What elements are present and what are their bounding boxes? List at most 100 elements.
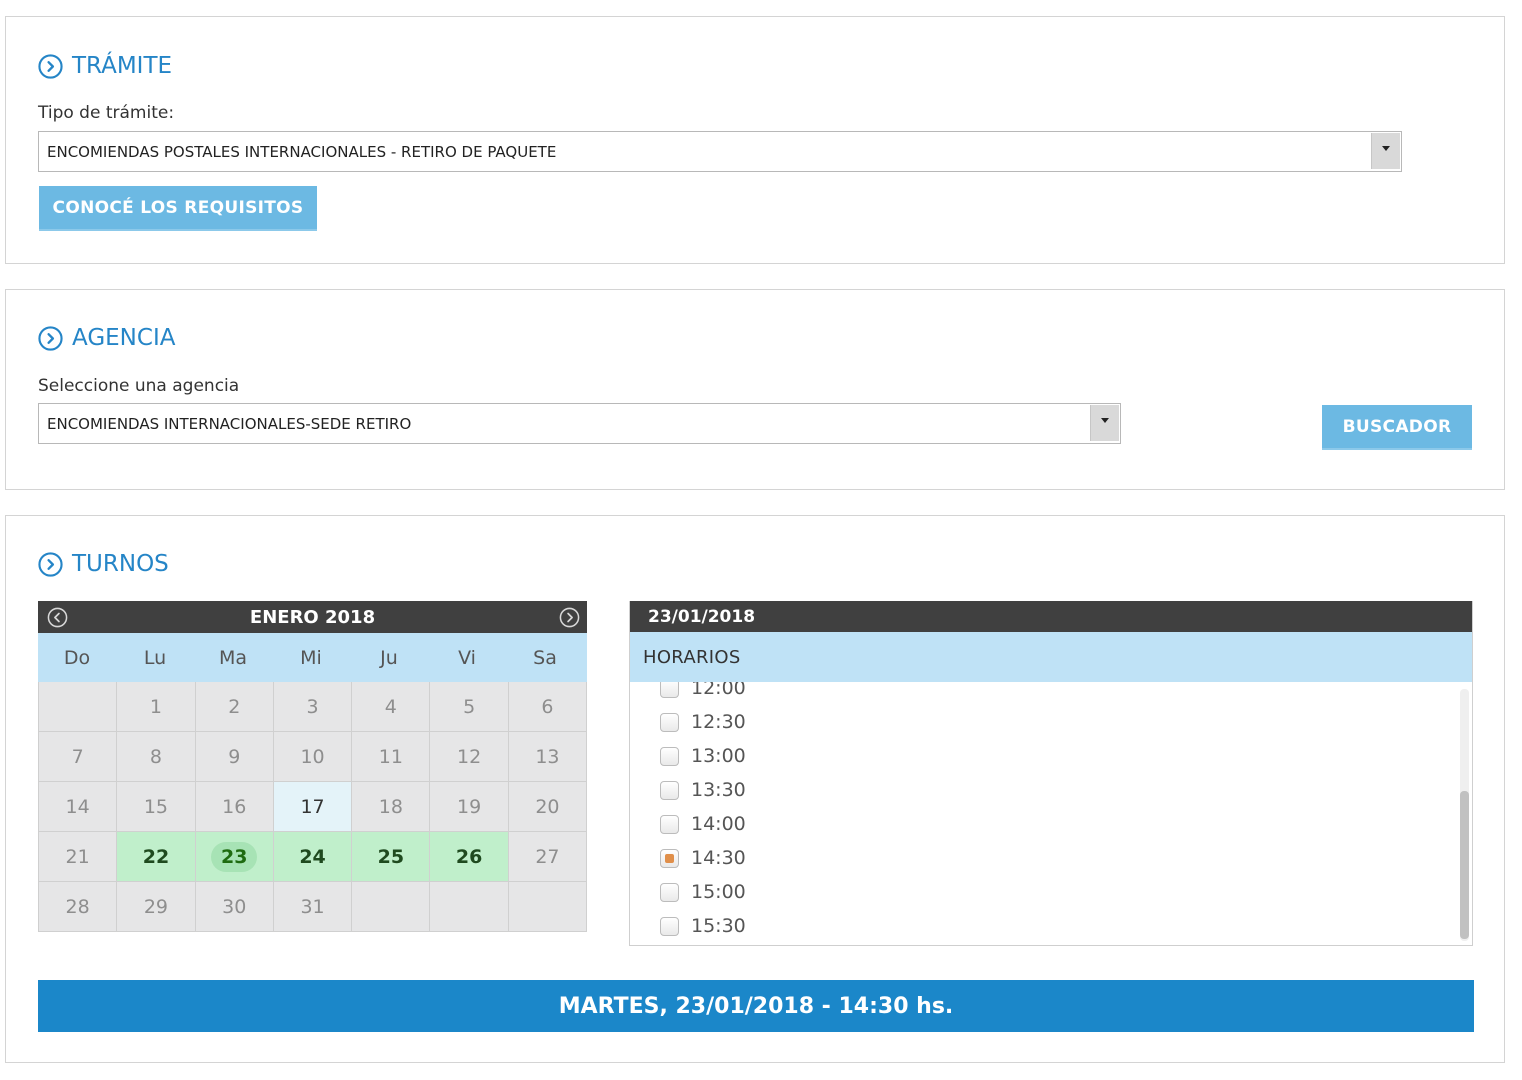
calendar-day: 15	[117, 782, 196, 832]
calendar-day: 13	[508, 732, 588, 782]
appointment-summary: MARTES, 23/01/2018 - 14:30 hs.	[38, 980, 1474, 1032]
calendar-day: 3	[273, 682, 353, 732]
tramite-title: TRÁMITE	[72, 53, 173, 79]
calendar-day: 28	[39, 882, 118, 932]
caret-down-icon[interactable]	[1090, 405, 1119, 441]
agencia-label: Seleccione una agencia	[38, 376, 240, 396]
time-slot[interactable]: 12:30	[660, 711, 746, 733]
calendar-day: 11	[352, 732, 431, 782]
calendar-day[interactable]: 22	[117, 832, 196, 882]
calendar-empty-cell	[508, 882, 588, 932]
time-slot-checkbox[interactable]	[660, 780, 679, 800]
time-slot-label: 13:00	[691, 745, 746, 767]
calendar-days: 1 2 3 4 5 6 7 8 9 10 11 12 13 14 15 16 17 18 19 20 21 22 23 24 2…	[38, 682, 588, 932]
caret-down-icon[interactable]	[1371, 133, 1400, 169]
calendar-day: 5	[430, 682, 509, 732]
weekday-label: Ma	[218, 646, 248, 669]
calendar-day: 20	[508, 782, 588, 832]
calendar-day[interactable]: 24	[273, 832, 353, 882]
calendar-day-selected[interactable]: 23	[195, 832, 274, 882]
calendar-day: 21	[39, 832, 118, 882]
time-slot-label: 15:30	[691, 915, 746, 937]
calendar-day[interactable]: 25	[352, 832, 431, 882]
agencia-heading: AGENCIA	[38, 325, 175, 351]
calendar-day: 10	[273, 732, 353, 782]
calendar-weekdays: Do Lu Ma Mi Ju Vi Sa	[38, 633, 587, 682]
calendar-empty-cell	[39, 682, 118, 732]
calendar-day: 12	[430, 732, 509, 782]
time-slot-checkbox[interactable]	[660, 746, 679, 766]
calendar-day: 9	[195, 732, 274, 782]
chevron-circle-right-icon	[38, 53, 63, 79]
chevron-circle-right-icon[interactable]	[559, 607, 580, 628]
weekday-label: Ju	[380, 646, 398, 669]
tramite-panel: TRÁMITE Tipo de trámite: ENCOMIENDAS POS…	[5, 16, 1505, 264]
calendar-day: 14	[39, 782, 118, 832]
schedule-panel: 23/01/2018 HORARIOS 12:00 12:30 13:00 13:30…	[629, 601, 1473, 946]
time-slot-label: 12:30	[691, 711, 746, 733]
agencia-select[interactable]: ENCOMIENDAS INTERNACIONALES-SEDE RETIRO	[38, 403, 1121, 444]
schedule-date: 23/01/2018	[630, 601, 1472, 632]
time-slot-checkbox[interactable]	[660, 882, 679, 902]
calendar-day: 1	[117, 682, 196, 732]
weekday-label: Lu	[143, 646, 167, 669]
time-slot-label: 13:30	[691, 779, 746, 801]
agencia-title: AGENCIA	[72, 325, 176, 351]
tramite-heading: TRÁMITE	[38, 53, 172, 79]
calendar-day: 6	[508, 682, 588, 732]
agencia-panel: AGENCIA Seleccione una agencia ENCOMIEND…	[5, 289, 1505, 490]
weekday-label: Vi	[458, 646, 476, 669]
calendar-day[interactable]: 26	[430, 832, 509, 882]
calendar-empty-cell	[430, 882, 509, 932]
time-slot-checkbox[interactable]	[660, 682, 679, 698]
calendar-day: 4	[352, 682, 431, 732]
time-slot[interactable]: 14:00	[660, 813, 746, 835]
calendar-day: 18	[352, 782, 431, 832]
schedule-heading: HORARIOS	[630, 632, 1472, 682]
turnos-heading: TURNOS	[38, 551, 169, 577]
weekday-label: Sa	[533, 646, 557, 669]
scrollbar-thumb[interactable]	[1460, 791, 1469, 939]
calendar-empty-cell	[352, 882, 431, 932]
turnos-panel: TURNOS ENERO 2018 Do Lu Ma Mi Ju Vi Sa 1234567…	[5, 515, 1505, 1063]
calendar-day: 29	[117, 882, 196, 932]
weekday-label: Mi	[300, 646, 322, 669]
chevron-circle-right-icon	[38, 325, 63, 351]
time-slot-label: 14:00	[691, 813, 746, 835]
time-slot-checkbox[interactable]	[660, 814, 679, 834]
time-slot-checkbox[interactable]	[660, 848, 679, 868]
time-slot-label: 14:30	[691, 847, 746, 869]
time-slot[interactable]: 12:00	[660, 682, 746, 699]
calendar-day: 27	[508, 832, 588, 882]
time-slot-list[interactable]: 12:00 12:30 13:00 13:30 14:00 14:30 15:00 15:30	[630, 682, 1460, 945]
chevron-circle-left-icon[interactable]	[47, 607, 68, 628]
time-slot[interactable]: 14:30	[660, 847, 746, 869]
requirements-button[interactable]: CONOCÉ LOS REQUISITOS	[39, 186, 317, 231]
time-slot-checkbox[interactable]	[660, 712, 679, 732]
search-agency-button[interactable]: BUSCADOR	[1322, 405, 1472, 450]
calendar-month: ENERO 2018	[249, 606, 376, 628]
calendar-day: 2	[195, 682, 274, 732]
calendar-day: 7	[39, 732, 118, 782]
weekday-label: Do	[63, 646, 91, 669]
calendar-day: 16	[195, 782, 274, 832]
calendar: ENERO 2018 Do Lu Ma Mi Ju Vi Sa 1 2 3 4 5 6 7 8 9 10 11 1…	[38, 601, 588, 932]
calendar-day: 8	[117, 732, 196, 782]
calendar-header: ENERO 2018	[38, 601, 587, 633]
calendar-day: 19	[430, 782, 509, 832]
tramite-type-value: ENCOMIENDAS POSTALES INTERNACIONALES - R…	[47, 142, 557, 161]
turnos-title: TURNOS	[72, 551, 169, 577]
agencia-value: ENCOMIENDAS INTERNACIONALES-SEDE RETIRO	[47, 414, 412, 433]
time-slot[interactable]: 13:30	[660, 779, 746, 801]
calendar-day: 31	[273, 882, 353, 932]
time-slot[interactable]: 15:00	[660, 881, 746, 903]
calendar-day: 17	[273, 782, 353, 832]
time-slot[interactable]: 13:00	[660, 745, 746, 767]
time-slot-label: 12:00	[691, 682, 746, 699]
tramite-type-label: Tipo de trámite:	[38, 103, 175, 123]
time-slot[interactable]: 15:30	[660, 915, 746, 937]
time-slot-checkbox[interactable]	[660, 916, 679, 936]
tramite-type-select[interactable]: ENCOMIENDAS POSTALES INTERNACIONALES - R…	[38, 131, 1402, 172]
scrollbar[interactable]	[1460, 689, 1469, 941]
time-slot-label: 15:00	[691, 881, 746, 903]
